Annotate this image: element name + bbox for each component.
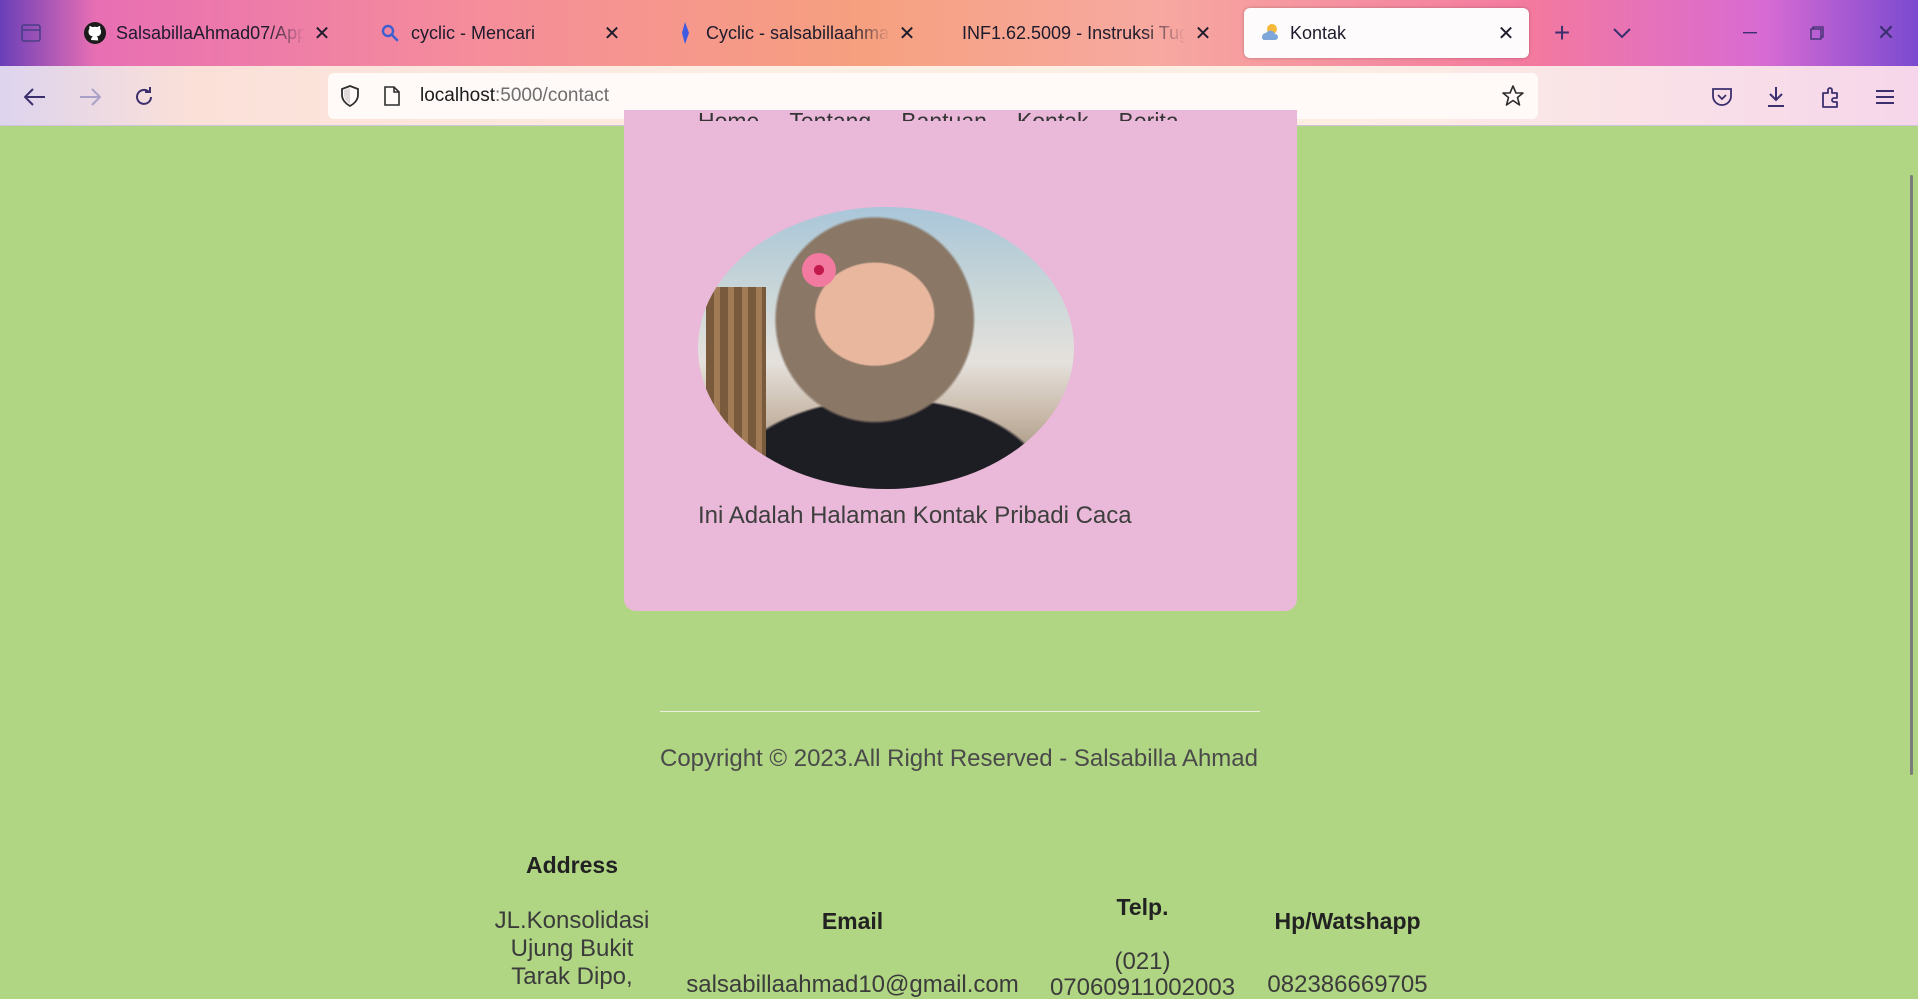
download-icon[interactable]: [1761, 82, 1791, 112]
url-host: localhost: [420, 85, 495, 106]
star-icon[interactable]: [1501, 84, 1525, 108]
contact-email: Email salsabillaahmad10@gmail.com: [680, 908, 1025, 999]
email-heading: Email: [821, 908, 884, 934]
tab-list-icon[interactable]: [6, 14, 56, 52]
page-caption: Ini Adalah Halaman Kontak Pribadi Caca: [698, 502, 1132, 529]
telp-line: (021): [1114, 948, 1171, 975]
footer-divider: [660, 711, 1260, 712]
forward-icon[interactable]: [75, 82, 105, 112]
copyright-text: Copyright © 2023.All Right Reserved - Sa…: [660, 745, 1258, 772]
minimize-icon[interactable]: [1735, 18, 1765, 48]
cyclic-icon: [672, 20, 698, 46]
window-close-icon[interactable]: ✕: [1871, 18, 1901, 48]
contact-telp: Telp. (021) 07060911002003: [1040, 894, 1245, 999]
tab-kontak[interactable]: Kontak ✕: [1244, 8, 1529, 58]
tab-cyclic[interactable]: Cyclic - salsabillaahmad07 ✕: [660, 8, 930, 58]
tab-title: Kontak: [1290, 22, 1347, 43]
tab-github[interactable]: SalsabillaAhmad07/Appcu ✕: [70, 8, 345, 58]
contact-card: Home Tentang Bantuan Kontak Berita Ini A…: [624, 108, 1297, 611]
scrollbar[interactable]: [1910, 175, 1913, 775]
hp-value[interactable]: 082386669705: [1255, 971, 1440, 999]
tab-title: cyclic - Mencari: [411, 22, 536, 43]
url-text[interactable]: localhost:5000/contact: [420, 85, 609, 107]
chevron-down-icon[interactable]: [1607, 18, 1637, 48]
nav-link-home[interactable]: Home: [698, 108, 759, 121]
pocket-icon[interactable]: [1707, 82, 1737, 112]
nav-link-kontak[interactable]: Kontak: [1017, 108, 1089, 121]
hp-heading: Hp/Watshapp: [1274, 908, 1421, 934]
close-icon[interactable]: ✕: [601, 22, 623, 45]
nav-link-bantuan[interactable]: Bantuan: [901, 108, 987, 121]
new-tab-icon[interactable]: +: [1547, 17, 1577, 48]
address-heading: Address: [525, 852, 619, 878]
close-icon[interactable]: ✕: [311, 22, 333, 45]
restore-icon[interactable]: [1802, 18, 1832, 48]
weather-icon: [1256, 20, 1282, 46]
back-icon[interactable]: [20, 82, 50, 112]
contact-address: Address JL.Konsolidasi Ujung Bukit Tarak…: [480, 852, 664, 991]
nav-link-tentang[interactable]: Tentang: [789, 108, 871, 121]
photo-flower: [802, 253, 836, 287]
url-path: :5000/contact: [495, 85, 610, 106]
tab-title: SalsabillaAhmad07/Appcu: [116, 22, 305, 43]
profile-photo: [698, 207, 1074, 489]
github-icon: [82, 20, 108, 46]
menu-icon[interactable]: [1870, 82, 1900, 112]
photo-chair: [706, 287, 766, 487]
close-icon[interactable]: ✕: [896, 22, 918, 45]
tab-bar: SalsabillaAhmad07/Appcu ✕ cyclic - Menca…: [0, 0, 1918, 66]
search-icon: [377, 20, 403, 46]
address-line: Ujung Bukit: [510, 935, 634, 962]
telp-heading: Telp.: [1116, 894, 1169, 920]
tab-instruksi[interactable]: INF1.62.5009 - Instruksi Tugas ✕: [950, 8, 1226, 58]
extensions-icon[interactable]: [1816, 82, 1846, 112]
telp-line: 07060911002003: [1049, 974, 1236, 999]
site-nav: Home Tentang Bantuan Kontak Berita: [698, 108, 1179, 121]
shield-icon[interactable]: [338, 84, 362, 108]
close-icon[interactable]: ✕: [1192, 22, 1214, 45]
tab-cyclic-search[interactable]: cyclic - Mencari ✕: [365, 8, 635, 58]
email-value[interactable]: salsabillaahmad10@gmail.com: [680, 971, 1025, 999]
tab-title: Cyclic - salsabillaahmad07: [706, 22, 890, 43]
page-icon[interactable]: [380, 84, 404, 108]
reload-icon[interactable]: [129, 82, 159, 112]
nav-link-berita[interactable]: Berita: [1119, 108, 1179, 121]
tab-title: INF1.62.5009 - Instruksi Tugas: [962, 22, 1186, 43]
close-icon[interactable]: ✕: [1495, 22, 1517, 45]
contact-hp: Hp/Watshapp 082386669705: [1255, 908, 1440, 999]
address-line: JL.Konsolidasi: [494, 907, 650, 934]
address-line: Tarak Dipo,: [511, 963, 633, 990]
